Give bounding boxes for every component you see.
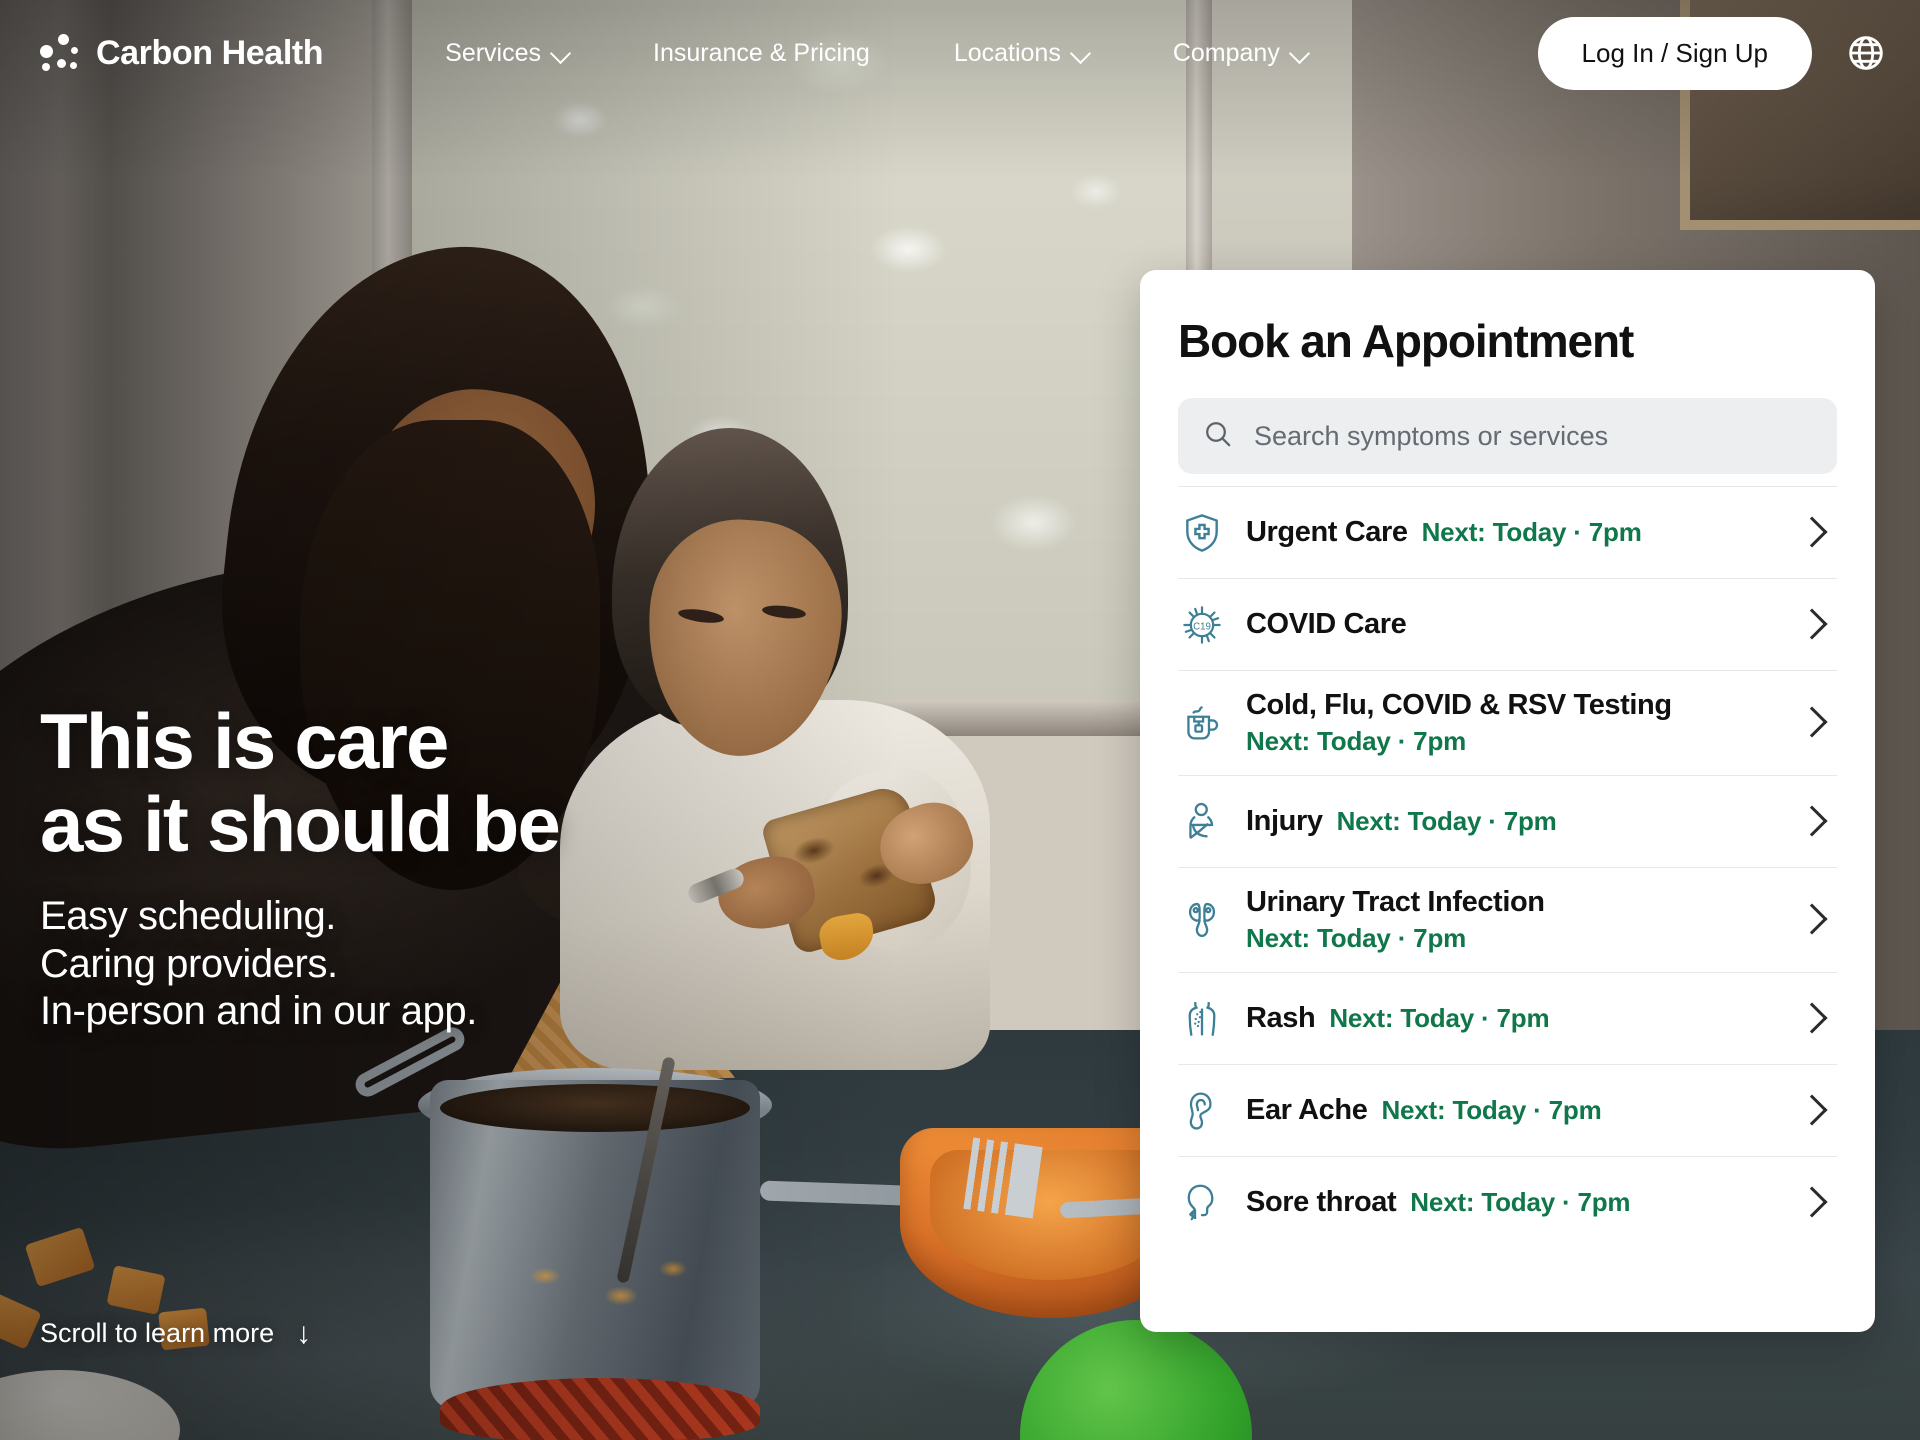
nav-links: Services Insurance & Pricing Locations C… xyxy=(403,39,1350,68)
nav-item-services[interactable]: Services xyxy=(403,39,611,68)
service-next-slot: Next: Today · 7pm xyxy=(1329,1003,1550,1033)
chevron-right-icon[interactable] xyxy=(1795,518,1825,548)
chevron-down-icon xyxy=(1291,45,1308,62)
mug-teabag-icon xyxy=(1180,701,1224,745)
chevron-right-icon[interactable] xyxy=(1795,1096,1825,1126)
service-name: Urinary Tract Infection xyxy=(1246,886,1545,918)
chevron-right-icon[interactable] xyxy=(1795,905,1825,935)
fork xyxy=(963,1137,1043,1219)
book-appointment-card: Book an Appointment Urgent Care Next: To xyxy=(1140,270,1875,1332)
scroll-to-learn-more[interactable]: Scroll to learn more ↓ xyxy=(40,1318,311,1349)
service-text: Injury Next: Today · 7pm xyxy=(1246,805,1773,838)
service-row-urgent-care[interactable]: Urgent Care Next: Today · 7pm xyxy=(1178,486,1837,578)
top-navigation-bar: Carbon Health Services Insurance & Prici… xyxy=(0,0,1920,106)
chevron-down-icon xyxy=(1072,45,1089,62)
torso-rash-icon xyxy=(1180,997,1224,1041)
carbon-dots-logo-icon xyxy=(38,33,78,73)
nav-right-group: Log In / Sign Up xyxy=(1537,16,1886,90)
arrow-down-icon: ↓ xyxy=(296,1316,312,1350)
kidneys-icon xyxy=(1180,898,1224,942)
brand-name: Carbon Health xyxy=(96,33,324,72)
service-name: Injury xyxy=(1246,805,1323,837)
search-icon xyxy=(1202,418,1234,455)
service-next-slot: Next: Today · 7pm xyxy=(1381,1095,1602,1125)
service-next-slot: Next: Today · 7pm xyxy=(1246,923,1467,953)
shield-cross-icon xyxy=(1180,511,1224,555)
service-row-sore-throat[interactable]: Sore throat Next: Today · 7pm xyxy=(1178,1156,1837,1248)
service-name: Urgent Care xyxy=(1246,516,1408,548)
nav-item-company[interactable]: Company xyxy=(1131,39,1350,68)
ear-icon xyxy=(1180,1089,1224,1133)
head-throat-icon xyxy=(1180,1181,1224,1225)
service-name: COVID Care xyxy=(1246,608,1407,640)
service-next-slot: Next: Today · 7pm xyxy=(1410,1187,1631,1217)
globe-icon[interactable] xyxy=(1846,33,1886,73)
search-bar[interactable] xyxy=(1178,398,1837,474)
service-text: COVID Care xyxy=(1246,608,1773,641)
brand-logo[interactable]: Carbon Health xyxy=(38,33,324,73)
chevron-right-icon[interactable] xyxy=(1795,807,1825,837)
chevron-right-icon[interactable] xyxy=(1795,610,1825,640)
service-next-slot: Next: Today · 7pm xyxy=(1421,517,1642,547)
nav-item-label: Services xyxy=(445,38,542,67)
service-next-slot: Next: Today · 7pm xyxy=(1246,726,1467,756)
card-title: Book an Appointment xyxy=(1178,315,1634,367)
service-row-urinary-tract-infection[interactable]: Urinary Tract Infection Next: Today · 7p… xyxy=(1178,867,1837,972)
hero-text-block: This is care as it should be Easy schedu… xyxy=(40,697,561,1036)
pot-interior xyxy=(440,1084,750,1132)
service-text: Urinary Tract Infection Next: Today · 7p… xyxy=(1246,886,1773,954)
service-text: Rash Next: Today · 7pm xyxy=(1246,1002,1773,1035)
nav-item-label: Company xyxy=(1172,38,1280,67)
pot-food xyxy=(505,1240,705,1330)
service-name: Rash xyxy=(1246,1002,1316,1034)
hero-subheading: Easy scheduling. Caring providers. In-pe… xyxy=(40,893,477,1034)
service-text: Ear Ache Next: Today · 7pm xyxy=(1246,1094,1773,1127)
chevron-right-icon[interactable] xyxy=(1795,1188,1825,1218)
scroll-hint-label: Scroll to learn more xyxy=(40,1318,275,1348)
chevron-right-icon[interactable] xyxy=(1795,708,1825,738)
search-input[interactable] xyxy=(1254,420,1813,452)
hero-section: Carbon Health Services Insurance & Prici… xyxy=(0,0,1920,1440)
trivet xyxy=(440,1378,760,1440)
nav-item-insurance-pricing[interactable]: Insurance & Pricing xyxy=(611,39,912,68)
virus-c19-icon: C19 xyxy=(1180,603,1224,647)
service-row-injury[interactable]: Injury Next: Today · 7pm xyxy=(1178,775,1837,867)
service-row-covid-care[interactable]: C19 COVID Care xyxy=(1178,578,1837,670)
service-row-cold-flu-covid-rsv-testing[interactable]: Cold, Flu, COVID & RSV Testing Next: Tod… xyxy=(1178,670,1837,775)
service-next-slot: Next: Today · 7pm xyxy=(1336,806,1557,836)
page-title: This is care as it should be xyxy=(40,697,561,869)
svg-text:C19: C19 xyxy=(1193,621,1211,632)
nav-item-locations[interactable]: Locations xyxy=(912,39,1131,68)
service-text: Sore throat Next: Today · 7pm xyxy=(1246,1186,1773,1219)
service-row-rash[interactable]: Rash Next: Today · 7pm xyxy=(1178,972,1837,1064)
chevron-down-icon xyxy=(552,45,569,62)
nav-item-label: Locations xyxy=(953,38,1061,67)
service-text: Urgent Care Next: Today · 7pm xyxy=(1246,516,1773,549)
nav-item-label: Insurance & Pricing xyxy=(653,38,870,67)
login-signup-button[interactable]: Log In / Sign Up xyxy=(1537,16,1812,90)
chevron-right-icon[interactable] xyxy=(1795,1004,1825,1034)
service-name: Cold, Flu, COVID & RSV Testing xyxy=(1246,689,1672,721)
service-name: Ear Ache xyxy=(1246,1094,1368,1126)
service-name: Sore throat xyxy=(1246,1186,1397,1218)
arm-sling-icon xyxy=(1180,800,1224,844)
orange-bowl-interior xyxy=(930,1150,1170,1280)
service-row-ear-ache[interactable]: Ear Ache Next: Today · 7pm xyxy=(1178,1064,1837,1156)
service-text: Cold, Flu, COVID & RSV Testing Next: Tod… xyxy=(1246,689,1773,757)
